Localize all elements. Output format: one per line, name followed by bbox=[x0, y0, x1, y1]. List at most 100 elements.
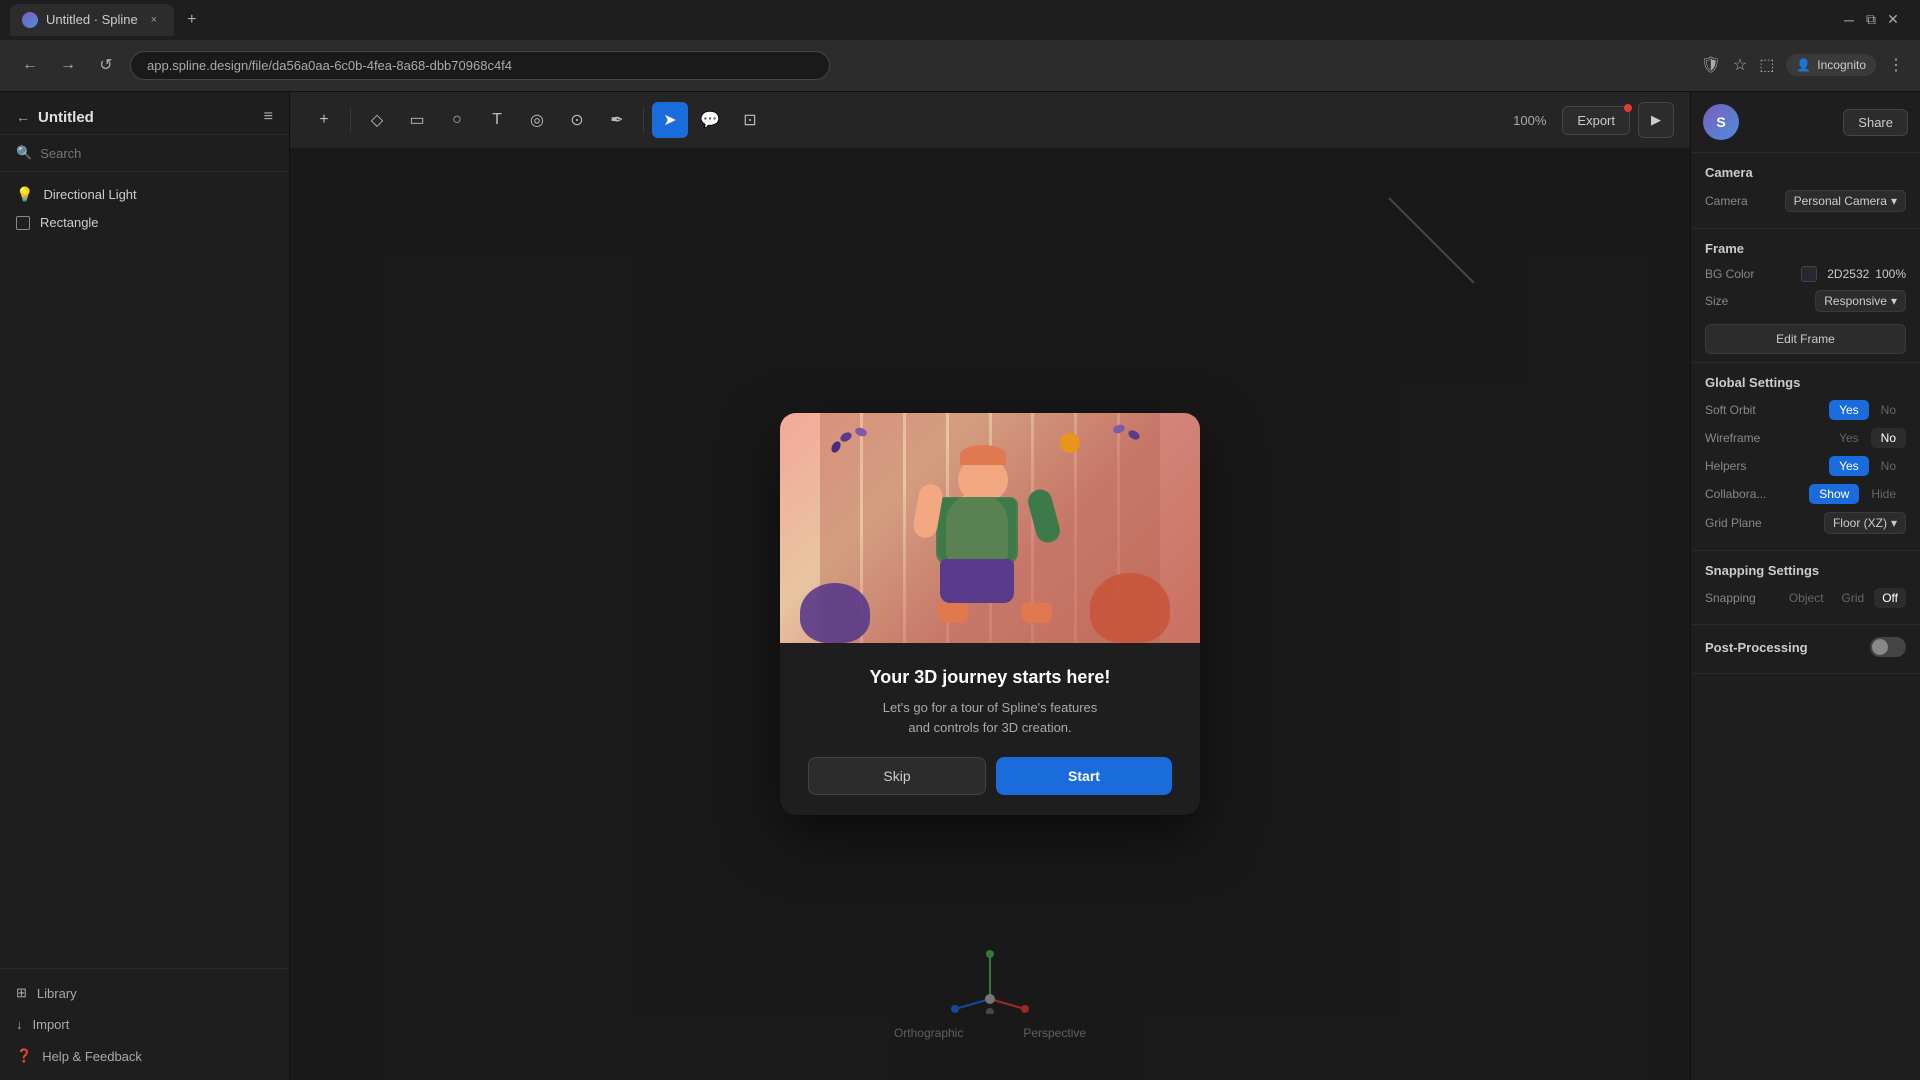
scene-item-label: Directional Light bbox=[43, 187, 136, 202]
scene-item-rectangle[interactable]: Rectangle bbox=[0, 209, 289, 236]
start-button[interactable]: Start bbox=[996, 757, 1172, 795]
bg-color-opacity: 100% bbox=[1875, 267, 1906, 281]
camera-section-title: Camera bbox=[1705, 165, 1906, 180]
collaborators-label: Collabora... bbox=[1705, 487, 1766, 501]
wireframe-yes-button[interactable]: Yes bbox=[1829, 428, 1869, 448]
bookmark-icon[interactable]: ☆ bbox=[1733, 55, 1747, 75]
edit-frame-button[interactable]: Edit Frame bbox=[1705, 324, 1906, 354]
modal-description: Let's go for a tour of Spline's features… bbox=[808, 698, 1172, 737]
search-icon: 🔍 bbox=[16, 145, 32, 161]
main-canvas[interactable]: + ◇ ▭ ○ T ◎ ⊙ ✒ ➤ 💬 ⊡ 100% Export bbox=[290, 92, 1690, 1080]
sphere-tool-button[interactable]: ◎ bbox=[519, 102, 555, 138]
new-tab-button[interactable]: + bbox=[178, 6, 206, 34]
helpers-no-button[interactable]: No bbox=[1871, 456, 1906, 476]
snapping-section-title: Snapping Settings bbox=[1705, 563, 1906, 578]
pen-tool-button[interactable]: ✒ bbox=[599, 102, 635, 138]
bg-color-swatch[interactable] bbox=[1801, 266, 1817, 282]
top-toolbar: + ◇ ▭ ○ T ◎ ⊙ ✒ ➤ 💬 ⊡ 100% Export bbox=[290, 92, 1690, 148]
right-sidebar: S Share Camera Camera Personal Camera ▾ … bbox=[1690, 92, 1920, 1080]
frame-section-title: Frame bbox=[1705, 241, 1906, 256]
soft-orbit-yes-button[interactable]: Yes bbox=[1829, 400, 1869, 420]
nav-back-button[interactable]: ← bbox=[16, 51, 44, 79]
back-button[interactable]: ← bbox=[16, 109, 30, 125]
search-input[interactable] bbox=[40, 146, 273, 161]
import-icon: ↓ bbox=[16, 1017, 23, 1032]
sidebar-icon[interactable]: ⬚ bbox=[1759, 55, 1774, 75]
share-button[interactable]: Share bbox=[1843, 109, 1908, 136]
blob-tool-button[interactable]: ⊙ bbox=[559, 102, 595, 138]
separator-2 bbox=[643, 108, 644, 132]
menu-button[interactable]: ≡ bbox=[264, 108, 273, 126]
chevron-down-icon: ▾ bbox=[1891, 194, 1897, 208]
comment-tool-button[interactable]: 💬 bbox=[692, 102, 728, 138]
scene-item-directional-light[interactable]: 💡 Directional Light bbox=[0, 180, 289, 209]
rect-tool-button[interactable]: ▭ bbox=[399, 102, 435, 138]
library-button[interactable]: ⊞ Library bbox=[0, 977, 289, 1009]
tab-close-button[interactable]: × bbox=[146, 12, 162, 28]
tab-favicon bbox=[22, 12, 38, 28]
snapping-label: Snapping bbox=[1705, 591, 1756, 605]
grid-chevron-icon: ▾ bbox=[1891, 516, 1897, 530]
wireframe-label: Wireframe bbox=[1705, 431, 1760, 445]
helpers-yes-button[interactable]: Yes bbox=[1829, 456, 1869, 476]
snap-object-button[interactable]: Object bbox=[1781, 588, 1832, 608]
snap-off-button[interactable]: Off bbox=[1874, 588, 1906, 608]
browser-menu-icon[interactable]: ⋮ bbox=[1888, 55, 1904, 75]
add-tool-button[interactable]: + bbox=[306, 102, 342, 138]
text-tool-button[interactable]: T bbox=[479, 102, 515, 138]
camera-label: Camera bbox=[1705, 194, 1748, 208]
nav-refresh-button[interactable]: ↺ bbox=[92, 51, 120, 79]
modal-illustration bbox=[780, 413, 1200, 643]
soft-orbit-label: Soft Orbit bbox=[1705, 403, 1756, 417]
separator-1 bbox=[350, 108, 351, 132]
import-label: Import bbox=[33, 1017, 70, 1032]
browser-tab[interactable]: Untitled · Spline × bbox=[10, 4, 174, 36]
crop-tool-button[interactable]: ⊡ bbox=[732, 102, 768, 138]
library-icon: ⊞ bbox=[16, 985, 27, 1001]
helpers-label: Helpers bbox=[1705, 459, 1746, 473]
help-icon: ❓ bbox=[16, 1048, 32, 1064]
incognito-badge: 👤 Incognito bbox=[1786, 54, 1876, 76]
close-window-button[interactable]: ✕ bbox=[1886, 13, 1900, 27]
help-feedback-button[interactable]: ❓ Help & Feedback bbox=[0, 1040, 289, 1072]
help-label: Help & Feedback bbox=[42, 1049, 142, 1064]
library-label: Library bbox=[37, 986, 77, 1001]
play-button[interactable]: ▶ bbox=[1638, 102, 1674, 138]
nav-forward-button[interactable]: → bbox=[54, 51, 82, 79]
import-button[interactable]: ↓ Import bbox=[0, 1009, 289, 1040]
avatar[interactable]: S bbox=[1703, 104, 1739, 140]
collab-show-button[interactable]: Show bbox=[1809, 484, 1859, 504]
zoom-level: 100% bbox=[1505, 113, 1554, 128]
collab-hide-button[interactable]: Hide bbox=[1861, 484, 1906, 504]
bg-color-hex: 2D2532 bbox=[1827, 267, 1869, 281]
url-text: app.spline.design/file/da56a0aa-6c0b-4fe… bbox=[147, 58, 512, 73]
export-button[interactable]: Export bbox=[1562, 106, 1630, 135]
post-processing-label: Post-Processing bbox=[1705, 640, 1808, 655]
maximize-button[interactable]: ⧉ bbox=[1864, 13, 1878, 27]
minimize-button[interactable]: ─ bbox=[1842, 13, 1856, 27]
select-multi-tool-button[interactable]: ◇ bbox=[359, 102, 395, 138]
extension-icon[interactable]: 🛡 bbox=[1701, 55, 1721, 75]
grid-plane-value: Floor (XZ) bbox=[1833, 516, 1887, 530]
size-label: Size bbox=[1705, 294, 1728, 308]
size-chevron-icon: ▾ bbox=[1891, 294, 1897, 308]
bg-color-label: BG Color bbox=[1705, 267, 1754, 281]
post-processing-toggle[interactable] bbox=[1870, 637, 1906, 657]
pointer-tool-button[interactable]: ➤ bbox=[652, 102, 688, 138]
project-title: Untitled bbox=[38, 109, 94, 126]
scene-item-label: Rectangle bbox=[40, 215, 99, 230]
soft-orbit-no-button[interactable]: No bbox=[1871, 400, 1906, 420]
grid-plane-label: Grid Plane bbox=[1705, 516, 1762, 530]
light-icon: 💡 bbox=[16, 186, 33, 203]
skip-button[interactable]: Skip bbox=[808, 757, 986, 795]
wireframe-no-button[interactable]: No bbox=[1871, 428, 1906, 448]
modal-overlay: Your 3D journey starts here! Let's go fo… bbox=[290, 148, 1690, 1080]
size-dropdown[interactable]: Responsive ▾ bbox=[1815, 290, 1906, 312]
url-bar[interactable]: app.spline.design/file/da56a0aa-6c0b-4fe… bbox=[130, 51, 830, 80]
circle-tool-button[interactable]: ○ bbox=[439, 102, 475, 138]
camera-dropdown[interactable]: Personal Camera ▾ bbox=[1785, 190, 1906, 212]
grid-plane-dropdown[interactable]: Floor (XZ) ▾ bbox=[1824, 512, 1906, 534]
snap-grid-button[interactable]: Grid bbox=[1834, 588, 1873, 608]
rect-icon bbox=[16, 216, 30, 230]
welcome-modal: Your 3D journey starts here! Let's go fo… bbox=[780, 413, 1200, 815]
